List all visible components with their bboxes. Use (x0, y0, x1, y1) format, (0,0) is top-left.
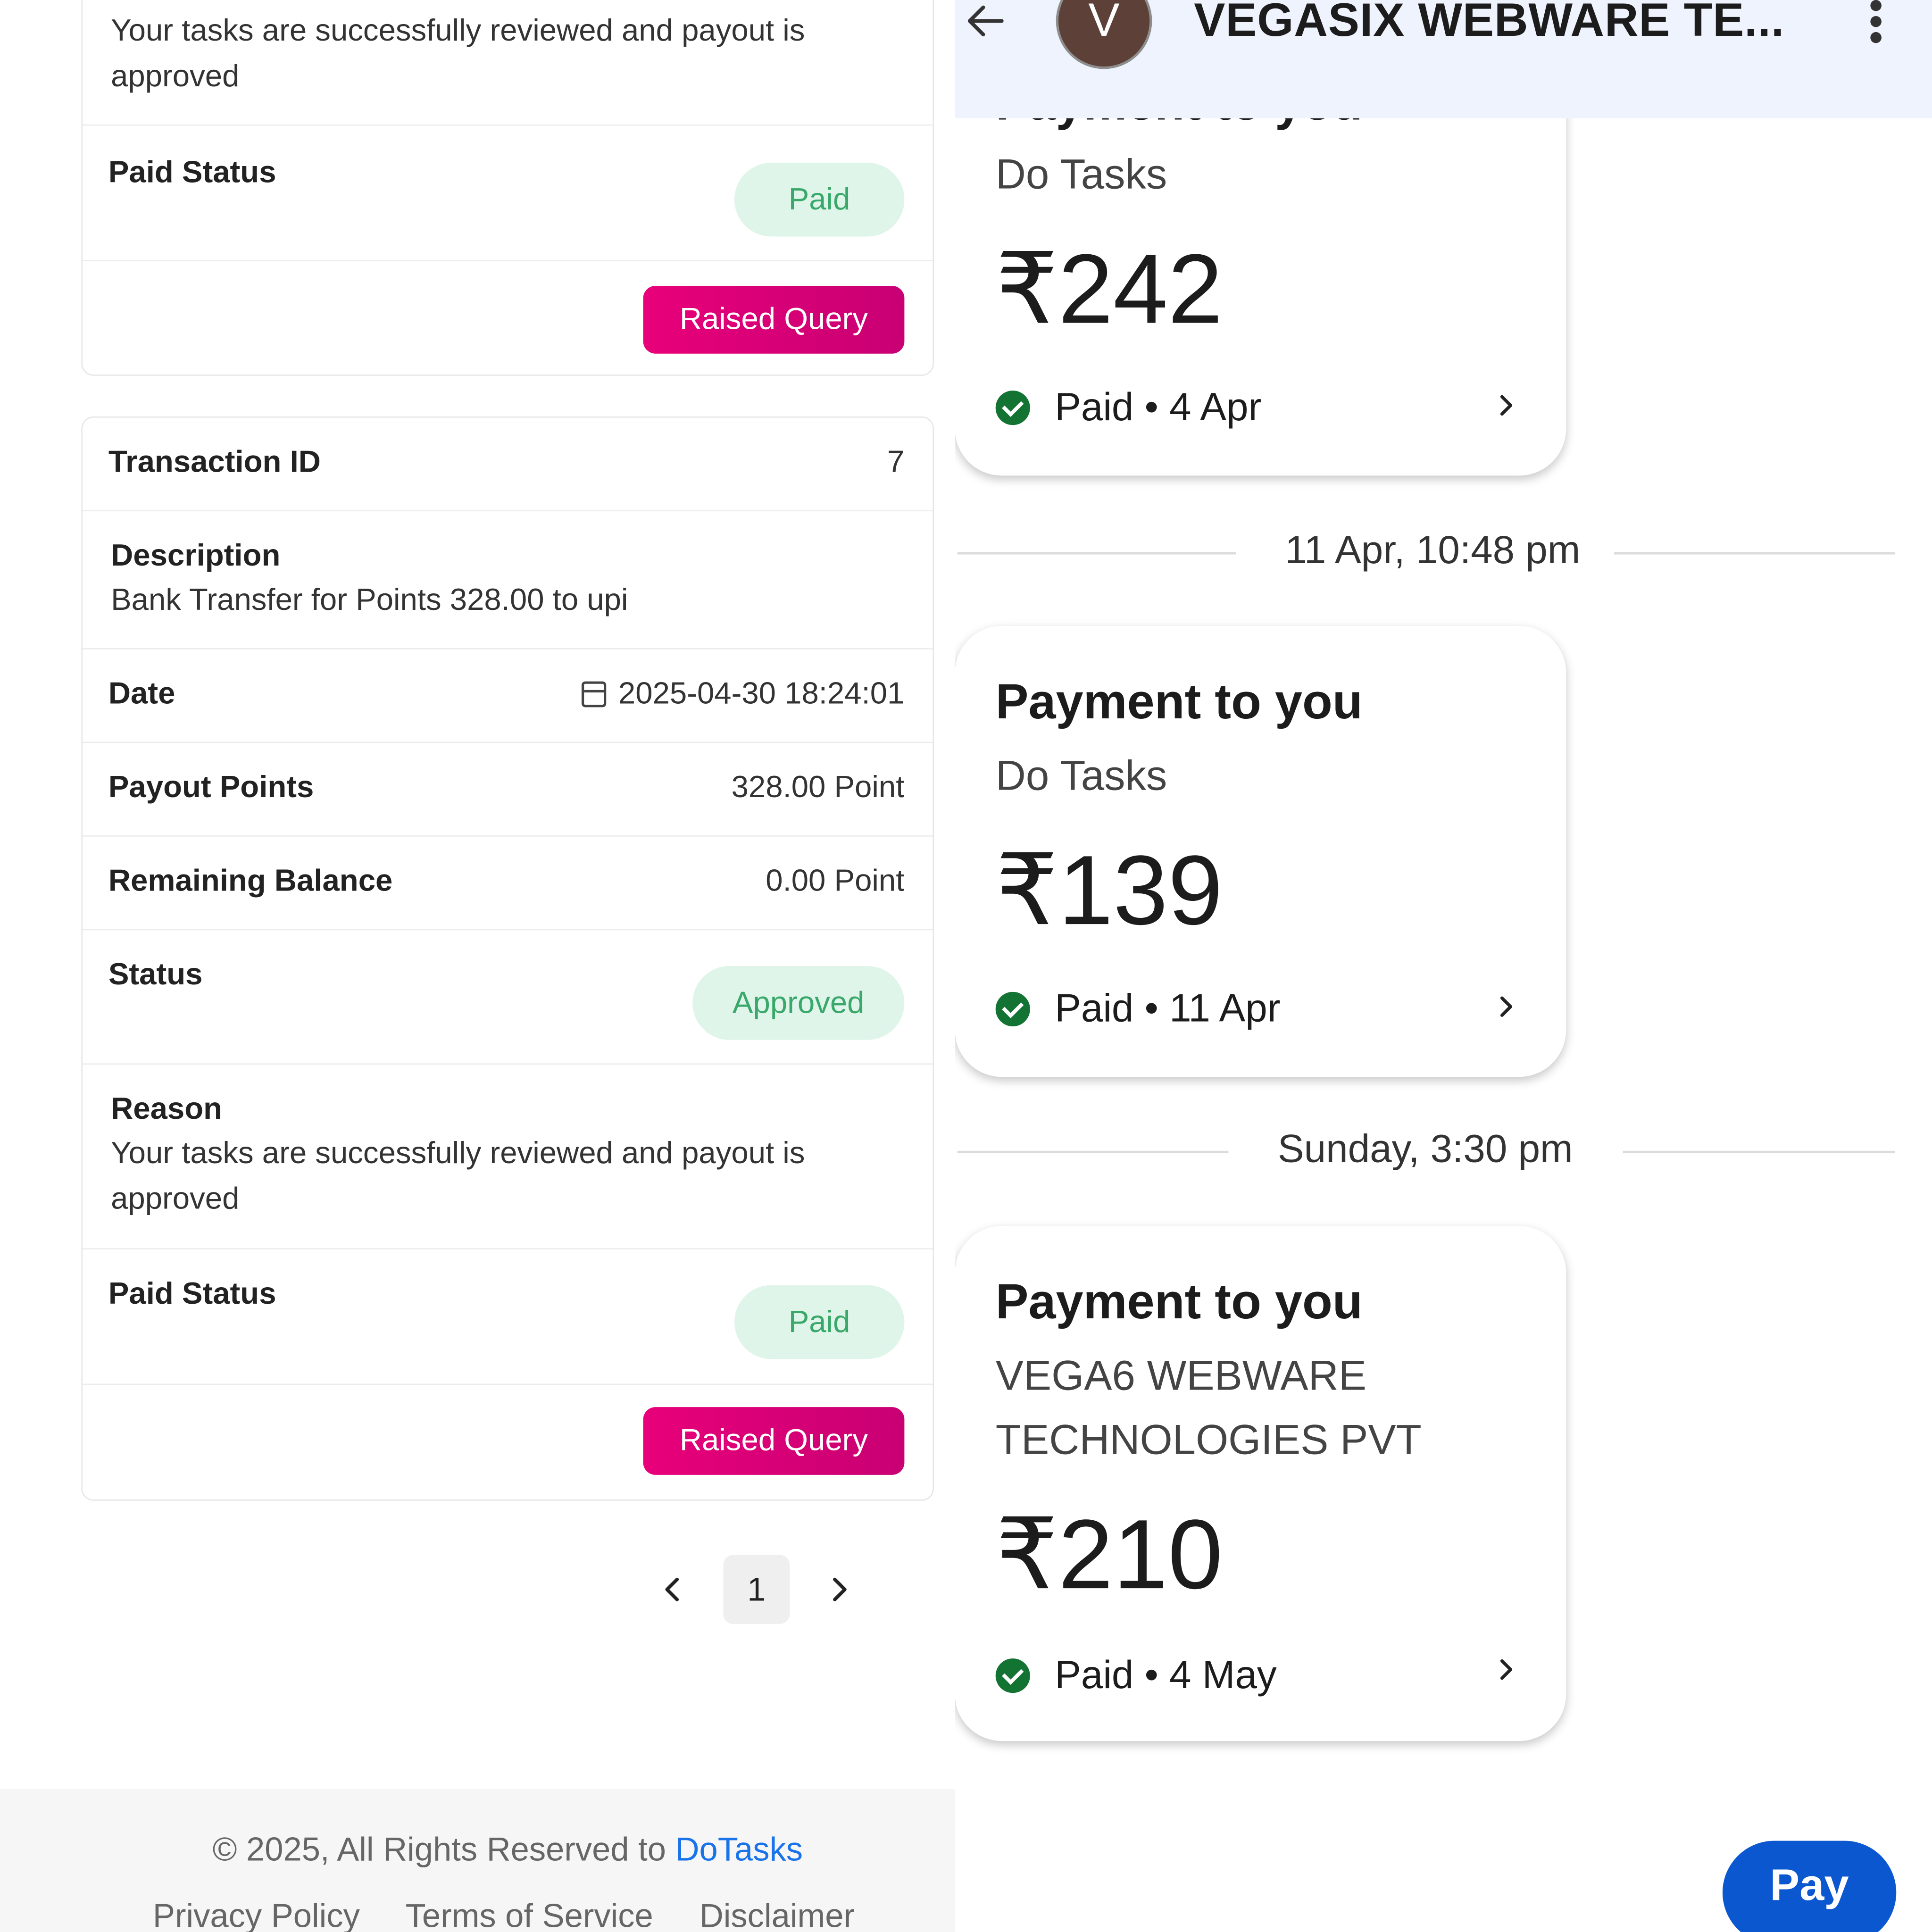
payment-card[interactable]: Payment to you Do Tasks ₹139 Paid • 11 A… (955, 626, 1566, 1077)
date-value-wrap: 2025-04-30 18:24:01 (581, 676, 905, 712)
paid-status-label: Paid Status (108, 155, 276, 190)
description-label: Description (111, 538, 281, 573)
brand-link[interactable]: DoTasks (675, 1831, 803, 1868)
payment-chat-pane: Payment to you Do Tasks ₹242 Paid • 4 Ap… (955, 0, 1932, 1932)
reason-text: Your tasks are successfully reviewed and… (111, 13, 805, 94)
paid-status-badge: Paid (734, 162, 905, 237)
payment-amount: ₹210 (995, 1499, 1223, 1609)
description-row: Description Bank Transfer for Points 328… (83, 511, 933, 650)
payment-amount: ₹242 (995, 234, 1223, 344)
paid-status-row: Paid Status Paid (83, 125, 933, 261)
chevron-right-icon (1500, 996, 1513, 1017)
chevron-left-icon[interactable] (656, 1572, 690, 1607)
payout-history-pane: Your tasks are successfully reviewed and… (0, 0, 964, 1932)
timestamp: Sunday, 3:30 pm (1277, 1126, 1573, 1171)
remaining-balance-value: 0.00 Point (766, 864, 905, 899)
raised-query-button[interactable]: Raised Query (643, 286, 905, 354)
check-circle-icon (995, 390, 1030, 425)
chevron-right-icon[interactable] (822, 1572, 856, 1607)
terms-of-service-link[interactable]: Terms of Service (406, 1898, 653, 1932)
status-row: Status Approved (83, 930, 933, 1065)
status-label: Status (108, 957, 203, 992)
payer-name: VEGA6 WEBWARE TECHNOLOGIES PVT (995, 1353, 1422, 1464)
status-badge: Approved (692, 966, 905, 1040)
paid-status-badge: Paid (734, 1285, 905, 1359)
check-circle-icon (995, 1657, 1030, 1692)
payer-name: Do Tasks (995, 151, 1167, 199)
transaction-card: Your tasks are successfully reviewed and… (81, 0, 934, 376)
transaction-id-value: 7 (887, 445, 905, 480)
reason-row: Reason Your tasks are successfully revie… (83, 1065, 933, 1249)
payout-points-row: Payout Points 328.00 Point (83, 743, 933, 837)
pay-button[interactable]: Pay (1722, 1840, 1897, 1932)
payment-title: Payment to you (995, 675, 1363, 730)
payer-name: Do Tasks (995, 753, 1167, 800)
payment-title: Payment to you (995, 1275, 1363, 1330)
payment-status: Paid • 4 Apr (995, 384, 1262, 430)
payment-status-text: Paid • 4 May (1055, 1652, 1277, 1697)
paid-status-label: Paid Status (108, 1276, 276, 1311)
payout-points-label: Payout Points (108, 770, 314, 805)
pagination: 1 (641, 1555, 862, 1624)
date-value: 2025-04-30 18:24:01 (618, 676, 905, 711)
payment-status-text: Paid • 11 Apr (1055, 985, 1281, 1030)
chevron-right-icon (1500, 1659, 1513, 1680)
raised-query-button[interactable]: Raised Query (643, 1407, 905, 1475)
copyright: © 2025, All Rights Reserved to DoTasks (0, 1831, 1015, 1869)
copyright-text: © 2025, All Rights Reserved to (212, 1831, 675, 1868)
date-label: Date (108, 676, 175, 711)
calendar-icon (581, 681, 606, 708)
footer: © 2025, All Rights Reserved to DoTasks P… (0, 1789, 964, 1932)
description-value: Bank Transfer for Points 328.00 to upi (111, 583, 628, 617)
paid-status-row: Paid Status Paid (83, 1249, 933, 1385)
back-arrow-icon[interactable] (965, 0, 1007, 42)
reason-text: Your tasks are successfully reviewed and… (111, 1136, 805, 1216)
payment-status: Paid • 4 May (995, 1652, 1277, 1698)
payout-points-value: 328.00 Point (731, 770, 905, 805)
timestamp-separator: Sunday, 3:30 pm (955, 1126, 1895, 1175)
chevron-right-icon (1500, 395, 1513, 416)
timestamp-separator: 11 Apr, 10:48 pm (955, 527, 1895, 576)
footer-links: Privacy Policy Terms of Service Disclaim… (153, 1898, 891, 1932)
date-row: Date 2025-04-30 18:24:01 (83, 650, 933, 743)
payment-status-text: Paid • 4 Apr (1055, 384, 1262, 429)
remaining-balance-row: Remaining Balance 0.00 Point (83, 837, 933, 931)
avatar[interactable]: V (1056, 0, 1152, 69)
actions-row: Raised Query (83, 1385, 933, 1499)
check-circle-icon (995, 991, 1030, 1026)
actions-row: Raised Query (83, 261, 933, 377)
timestamp: 11 Apr, 10:48 pm (1285, 527, 1581, 572)
remaining-balance-label: Remaining Balance (108, 864, 393, 899)
reason-label: Reason (111, 1091, 223, 1126)
payment-status: Paid • 11 Apr (995, 985, 1281, 1032)
transaction-id-label: Transaction ID (108, 445, 321, 480)
privacy-policy-link[interactable]: Privacy Policy (153, 1898, 360, 1932)
disclaimer-link[interactable]: Disclaimer (700, 1898, 855, 1932)
payment-card[interactable]: Payment to you VEGA6 WEBWARE TECHNOLOGIE… (955, 1226, 1566, 1741)
transaction-card: Transaction ID 7 Description Bank Transf… (81, 416, 934, 1501)
chat-header: V VEGASIX WEBWARE TE... (955, 0, 1932, 118)
page-number-button[interactable]: 1 (723, 1555, 790, 1624)
transaction-id-row: Transaction ID 7 (83, 418, 933, 512)
reason-row: Your tasks are successfully reviewed and… (83, 0, 933, 126)
more-vert-icon[interactable] (1867, 0, 1884, 44)
chat-title[interactable]: VEGASIX WEBWARE TE... (1194, 0, 1784, 48)
payment-amount: ₹139 (995, 835, 1223, 945)
